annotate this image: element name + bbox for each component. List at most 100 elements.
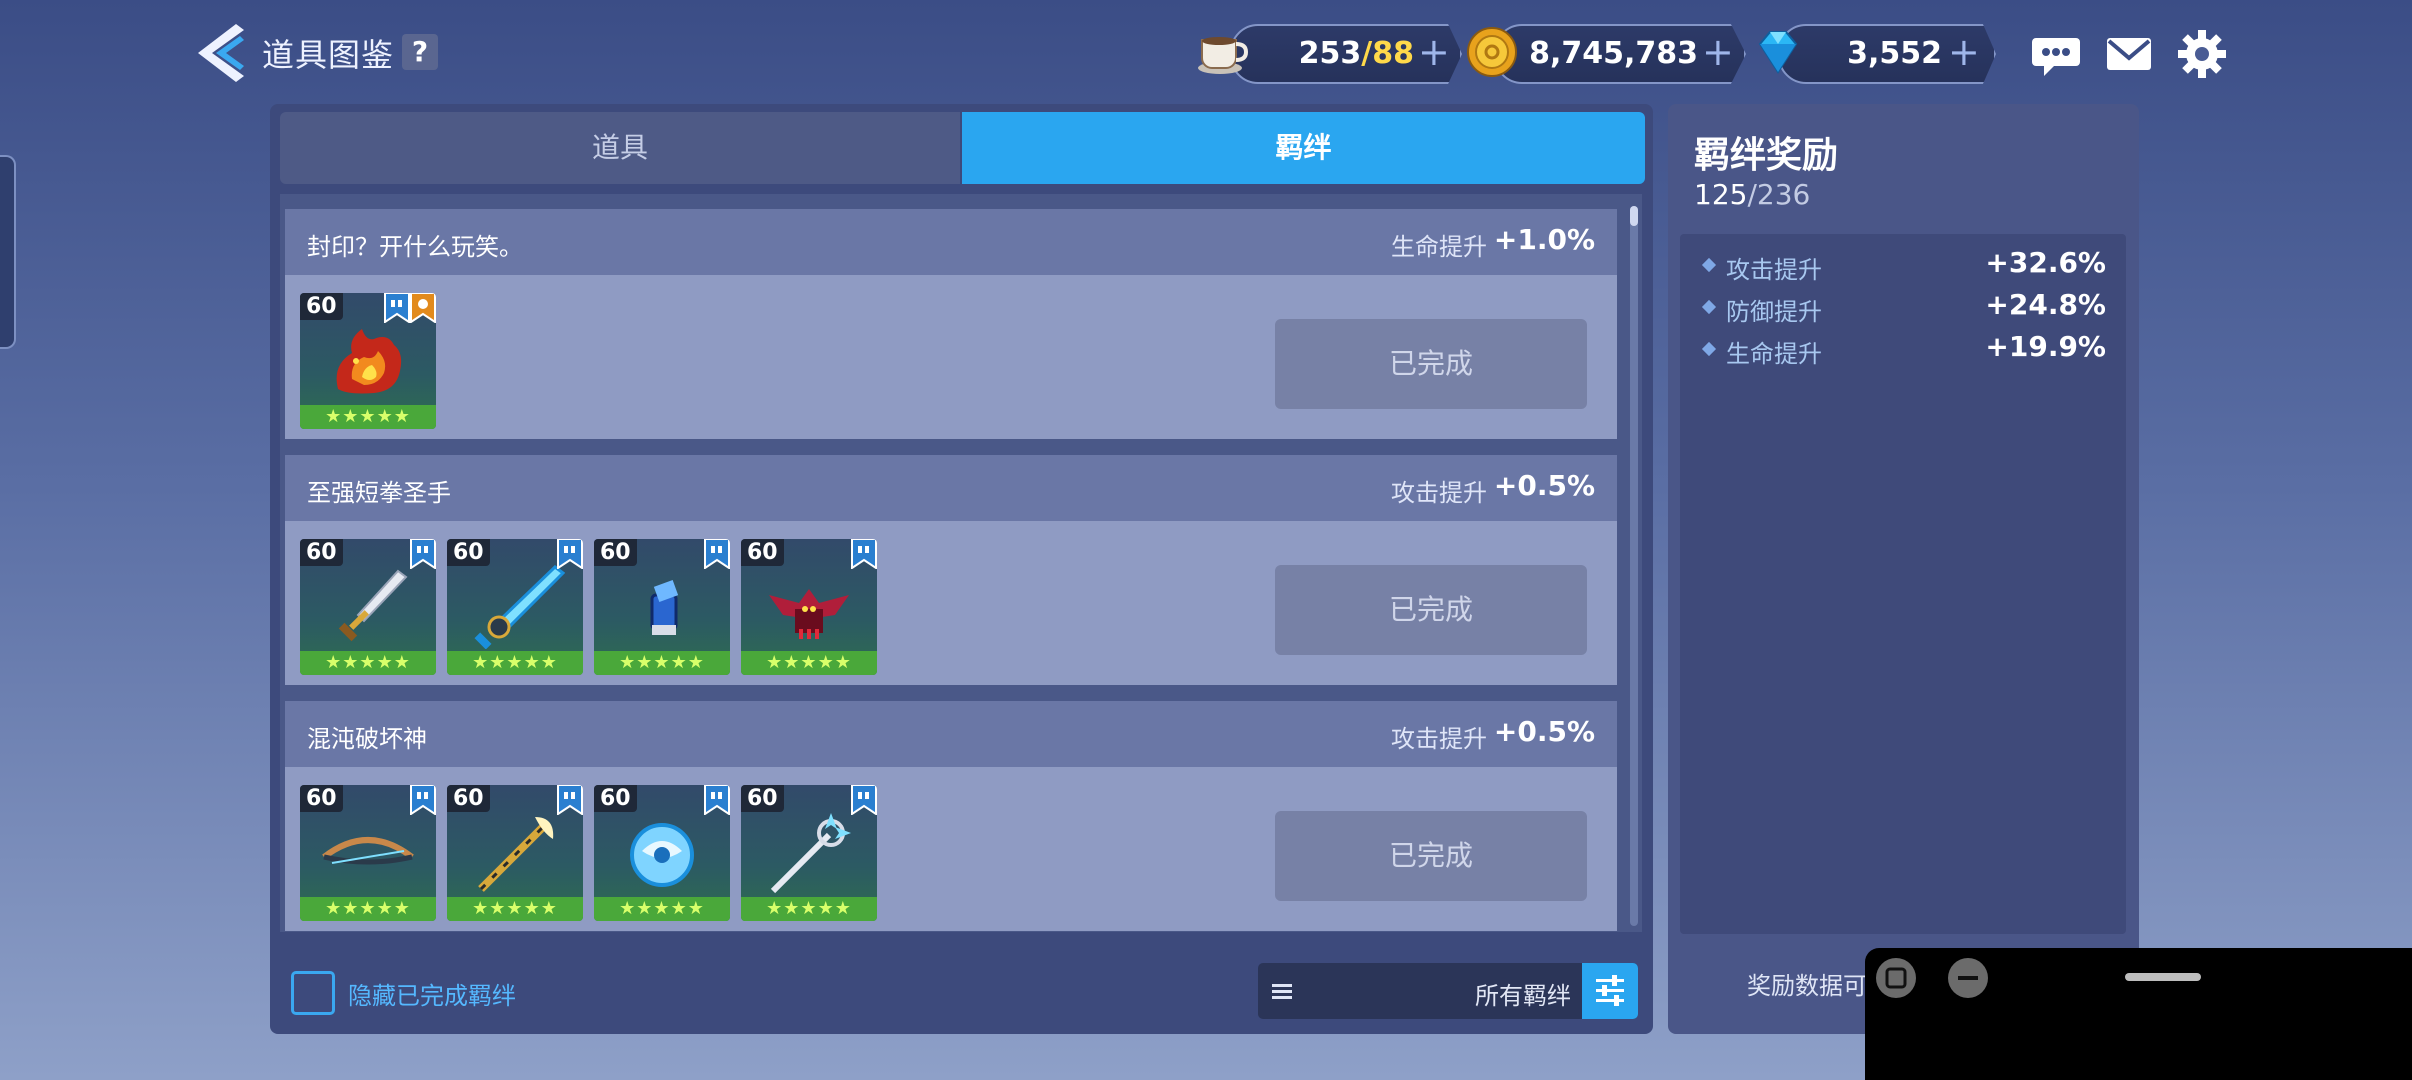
back-arrow-icon [198, 24, 244, 82]
item-level: 60 [300, 785, 343, 812]
blue-bookmark-icon [557, 539, 583, 569]
item-slot[interactable]: 60 ★★★★★ [741, 785, 877, 921]
chat-bubble-icon[interactable] [2030, 28, 2082, 80]
minus-icon [1958, 976, 1978, 980]
add-stamina-button[interactable]: + [1418, 30, 1450, 74]
fire-dragon-icon [336, 329, 402, 394]
gem-amount: 3,552 [1847, 36, 1942, 71]
bond-title: 封印？开什么玩笑。 [307, 233, 523, 261]
stamina-current: 253 [1298, 36, 1362, 71]
dark-bow-icon [322, 837, 414, 865]
reward-stat-value: +32.6% [1985, 246, 2106, 279]
bond-card: 至强短拳圣手 攻击提升 +0.5% 60 ★★★★★ 60 ★★★★★ 60 ★… [285, 455, 1617, 685]
item-level: 60 [594, 785, 637, 812]
blue-bookmark-icon [851, 539, 877, 569]
bond-completed-button[interactable]: 已完成 [1275, 319, 1587, 409]
square-window-icon [1885, 967, 1907, 989]
bond-filter-value: 所有羁绊 [1475, 982, 1571, 1010]
add-coins-button[interactable]: + [1702, 30, 1734, 74]
diamond-gem-icon [1758, 31, 1798, 74]
window-mode-button[interactable] [1876, 958, 1916, 998]
bond-stat-name: 攻击提升 [1391, 479, 1487, 507]
blue-bookmark-icon [384, 293, 410, 323]
bond-card: 混沌破坏神 攻击提升 +0.5% 60 ★★★★★ 60 ★★★★★ 60 ★★… [285, 701, 1617, 931]
side-drawer-handle[interactable] [0, 155, 16, 349]
item-slot[interactable]: 60 ★★★★★ [300, 293, 436, 429]
coin-amount: 8,745,783 [1529, 36, 1698, 71]
reward-stat-name: 防御提升 [1726, 298, 1822, 326]
back-button[interactable] [190, 20, 250, 86]
reward-stat-row: 生命提升 +19.9% [1700, 330, 2106, 370]
reward-stat-row: 防御提升 +24.8% [1700, 288, 2106, 328]
rewards-footer-note: 奖励数据可 [1747, 972, 1867, 1000]
item-slot[interactable]: 60 ★★★★★ [447, 785, 583, 921]
tab-bonds[interactable]: 羁绊 [962, 112, 1645, 184]
mail-icon[interactable] [2103, 28, 2155, 80]
blue-gauntlet-icon [650, 580, 679, 635]
sliders-icon [1596, 975, 1624, 1006]
diamond-bullet-icon [1701, 257, 1717, 273]
coffee-cup-icon [1198, 37, 1249, 74]
crystal-spear-icon [770, 813, 851, 894]
reward-stat-name: 攻击提升 [1726, 256, 1822, 284]
item-slot[interactable]: 60 ★★★★★ [594, 785, 730, 921]
item-stars: ★★★★★ [741, 897, 877, 921]
item-slot[interactable]: 60 ★★★★★ [447, 539, 583, 675]
gesture-handle[interactable] [2125, 973, 2201, 981]
minimize-button[interactable] [1948, 958, 1988, 998]
item-slot[interactable]: 60 ★★★★★ [741, 539, 877, 675]
bond-stat-value: +0.5% [1493, 715, 1595, 748]
bond-title: 混沌破坏神 [307, 725, 427, 753]
reward-stat-value: +19.9% [1985, 330, 2106, 363]
blue-bookmark-icon [851, 785, 877, 815]
filter-settings-button[interactable] [1582, 963, 1638, 1019]
item-stars: ★★★★★ [300, 897, 436, 921]
blue-bookmark-icon [557, 785, 583, 815]
bond-stat-name: 生命提升 [1391, 233, 1487, 261]
item-level: 60 [741, 539, 784, 566]
ice-greatsword-icon [474, 565, 565, 649]
orange-bookmark-icon [410, 293, 436, 323]
bond-card: 封印？开什么玩笑。 生命提升 +1.0% 60 ★★★★★ 已完成 [285, 209, 1617, 439]
reward-stat-value: +24.8% [1985, 288, 2106, 321]
stamina-counter: 253/88 + [1198, 24, 1462, 84]
item-slot[interactable]: 60 ★★★★★ [594, 539, 730, 675]
item-level: 60 [594, 539, 637, 566]
reward-stat-name: 生命提升 [1726, 340, 1822, 368]
item-slot[interactable]: 60 ★★★★★ [300, 539, 436, 675]
blue-bookmark-icon [704, 785, 730, 815]
item-level: 60 [447, 539, 490, 566]
reward-stat-row: 攻击提升 +32.6% [1700, 246, 2106, 286]
list-menu-icon [1272, 984, 1292, 999]
list-scrollbar-thumb[interactable] [1630, 206, 1638, 226]
page-title: 道具图鉴 [262, 36, 395, 74]
bond-stat-name: 攻击提升 [1391, 725, 1487, 753]
bond-completed-button[interactable]: 已完成 [1275, 565, 1587, 655]
item-slot[interactable]: 60 ★★★★★ [300, 785, 436, 921]
add-gems-button[interactable]: + [1948, 30, 1980, 74]
diamond-bullet-icon [1701, 299, 1717, 315]
stamina-max: 88 [1372, 36, 1414, 71]
blue-bookmark-icon [704, 539, 730, 569]
diamond-bullet-icon [1701, 341, 1717, 357]
item-level: 60 [447, 785, 490, 812]
gold-coin-icon [1467, 27, 1517, 77]
item-stars: ★★★★★ [594, 651, 730, 675]
hide-completed-label[interactable]: 隐藏已完成羁绊 [348, 976, 516, 1011]
blue-bookmark-icon [410, 539, 436, 569]
golden-staff-icon [478, 817, 554, 892]
item-level: 60 [300, 293, 343, 320]
bond-filter-select[interactable] [1258, 963, 1638, 1019]
tab-items[interactable]: 道具 [280, 112, 960, 184]
rewards-progress: 125/236 [1694, 178, 1810, 211]
bond-completed-button[interactable]: 已完成 [1275, 811, 1587, 901]
help-button[interactable]: ? [402, 34, 438, 70]
bond-stat-value: +1.0% [1493, 223, 1595, 256]
hide-completed-checkbox[interactable] [291, 971, 335, 1015]
settings-gear-icon[interactable] [2176, 28, 2228, 80]
bond-title: 至强短拳圣手 [307, 479, 451, 507]
list-scrollbar[interactable] [1630, 206, 1638, 926]
rewards-count-total: /236 [1747, 178, 1811, 211]
item-stars: ★★★★★ [447, 897, 583, 921]
frost-orb-icon [630, 823, 694, 887]
